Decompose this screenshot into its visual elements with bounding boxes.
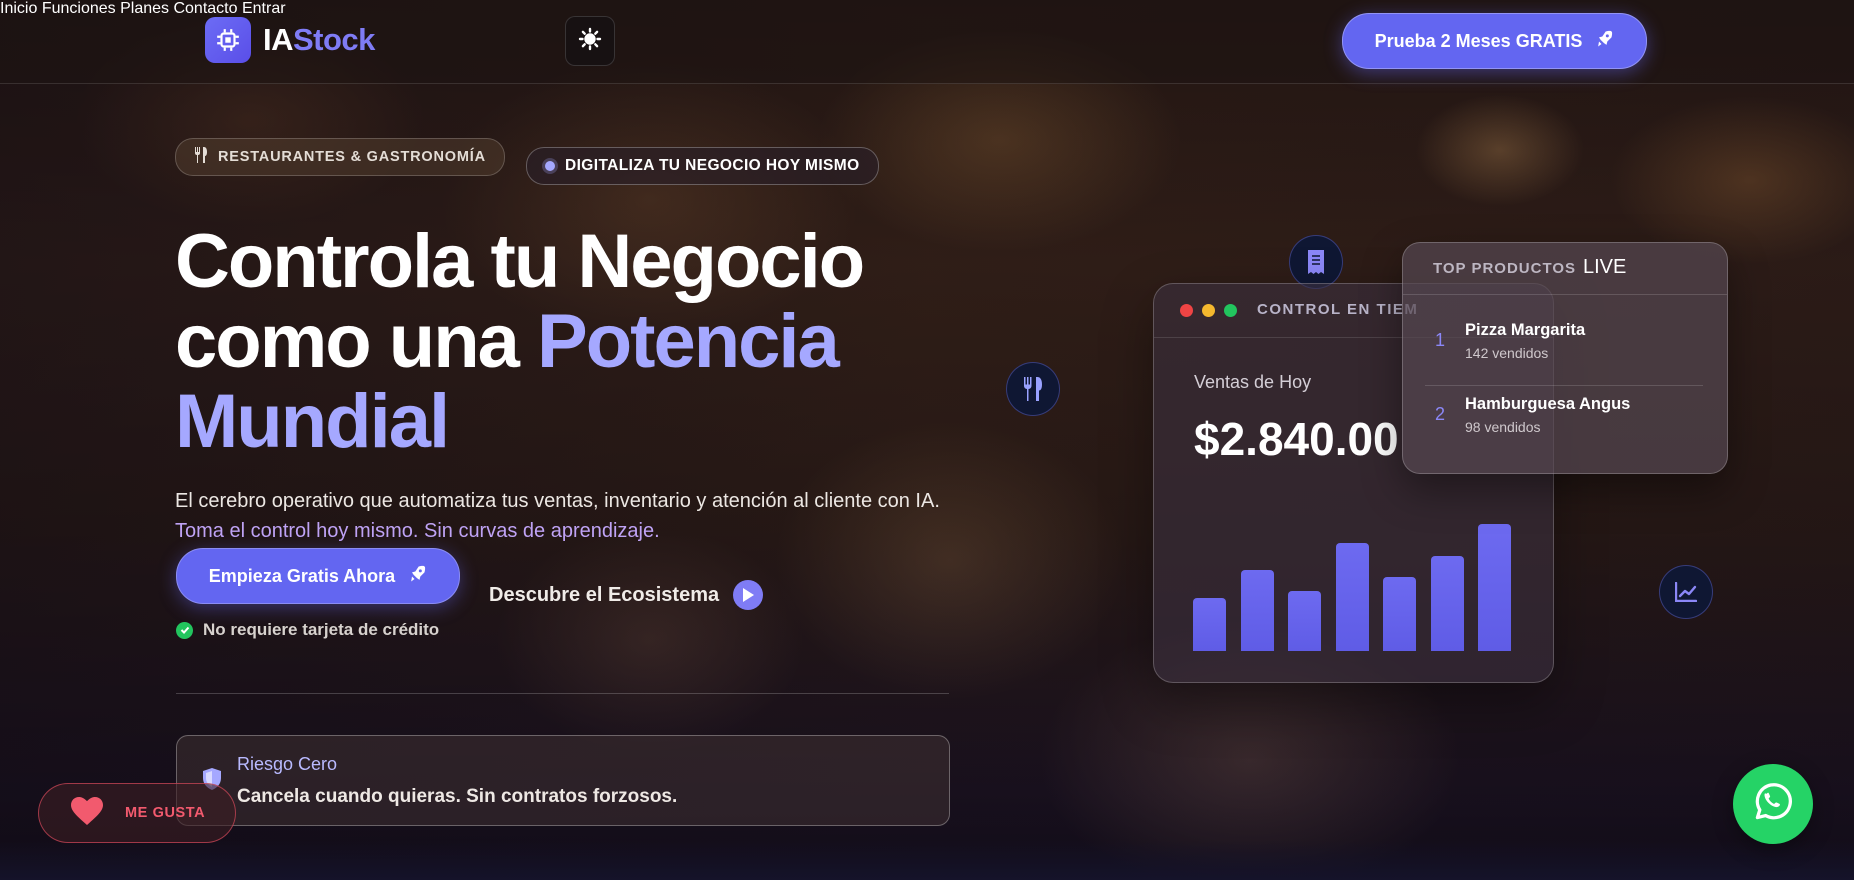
start-free-label: Empieza Gratis Ahora <box>208 565 396 586</box>
whatsapp-icon <box>1751 780 1795 829</box>
top-products-title: TOP PRODUCTOS <box>1433 260 1577 277</box>
digitize-badge-label: DIGITALIZA TU NEGOCIO HOY MISMO <box>565 157 860 174</box>
free-trial-label: Prueba 2 Meses GRATIS <box>1374 30 1583 51</box>
sales-bar <box>1335 543 1369 651</box>
sales-bar-chart <box>1193 521 1513 651</box>
top-product-item: 1 Pizza Margarita 142 vendidos <box>1425 308 1703 368</box>
status-dot-icon <box>545 161 555 171</box>
hero-description-text: El cerebro operativo que automatiza tus … <box>175 490 940 512</box>
brand-name: IAStock <box>263 22 375 58</box>
dashboard-title: CONTROL EN TIEM <box>1257 301 1419 318</box>
sales-bar <box>1383 577 1416 651</box>
top-products-card: TOP PRODUCTOS LIVE 1 Pizza Margarita 142… <box>1402 242 1728 474</box>
window-minimize-dot <box>1202 304 1215 317</box>
like-button[interactable]: ME GUSTA <box>38 783 236 843</box>
nav-link-inicio[interactable]: Inicio <box>0 0 37 17</box>
discover-ecosystem-label: Descubre el Ecosistema <box>489 583 720 606</box>
chart-line-icon <box>1659 565 1713 619</box>
hero-description-highlight: Toma el control hoy mismo. Sin curvas de… <box>175 520 660 542</box>
sales-bar <box>1430 556 1464 651</box>
risk-title: Riesgo Cero <box>237 754 338 774</box>
fork-knife-icon <box>1006 362 1060 416</box>
hero-title-line3: Mundial <box>175 379 450 464</box>
nav-link-contacto[interactable]: Contacto <box>173 0 237 17</box>
nav-link-funciones[interactable]: Funciones <box>42 0 116 17</box>
sales-bar <box>1478 524 1511 651</box>
product-rank: 2 <box>1435 404 1446 424</box>
product-rank: 1 <box>1435 330 1446 350</box>
nav-link-planes[interactable]: Planes <box>120 0 169 17</box>
heart-icon <box>71 796 103 830</box>
nav-link-entrar[interactable]: Entrar <box>242 0 286 17</box>
check-icon <box>176 621 193 639</box>
bottom-fade <box>0 840 1854 880</box>
sales-today-value: $2.840.00 <box>1194 413 1399 465</box>
whatsapp-button[interactable] <box>1733 764 1813 844</box>
category-badge: RESTAURANTES & GASTRONOMÍA <box>175 138 505 176</box>
digitize-badge: DIGITALIZA TU NEGOCIO HOY MISMO <box>526 147 879 185</box>
product-sold-count: 142 vendidos <box>1465 345 1549 361</box>
start-free-button[interactable]: Empieza Gratis Ahora <box>176 548 460 604</box>
discover-ecosystem-button[interactable]: Descubre el Ecosistema <box>489 580 764 610</box>
rocket-icon <box>1594 29 1614 54</box>
risk-free-card: Riesgo Cero Cancela cuando quieras. Sin … <box>176 735 950 826</box>
free-trial-button[interactable]: Prueba 2 Meses GRATIS <box>1342 13 1647 69</box>
hero-divider <box>176 693 949 694</box>
window-maximize-dot <box>1224 304 1237 317</box>
top-products-header: TOP PRODUCTOS LIVE <box>1403 243 1727 295</box>
fork-knife-icon <box>194 147 208 167</box>
risk-text: Cancela cuando quieras. Sin contratos fo… <box>237 786 678 807</box>
hero-title: Controla tu Negocio como una Potencia Mu… <box>175 219 865 464</box>
brand-suffix: Stock <box>293 22 375 57</box>
no-card-note: No requiere tarjeta de crédito <box>176 620 439 640</box>
sales-bar <box>1288 591 1321 651</box>
sales-today-label: Ventas de Hoy <box>1194 372 1312 392</box>
top-navbar: IAStock Inicio Funciones Planes Contacto… <box>0 0 1854 84</box>
hero-title-line1: Controla tu Negocio <box>175 219 865 304</box>
product-sold-count: 98 vendidos <box>1465 419 1541 435</box>
brand-logo[interactable]: IAStock <box>205 17 375 63</box>
hero-title-line2: como una <box>175 299 520 384</box>
product-name: Pizza Margarita <box>1465 321 1586 339</box>
category-badge-label: RESTAURANTES & GASTRONOMÍA <box>218 149 486 165</box>
theme-toggle-button[interactable] <box>565 16 615 66</box>
brand-prefix: IA <box>263 22 294 57</box>
receipt-icon <box>1289 235 1343 289</box>
rocket-icon <box>407 564 427 589</box>
like-label: ME GUSTA <box>125 805 206 821</box>
no-card-label: No requiere tarjeta de crédito <box>203 620 440 639</box>
sales-bar <box>1240 570 1274 651</box>
play-icon <box>733 580 764 610</box>
sales-bar <box>1193 598 1226 651</box>
hero-title-accent: Potencia <box>537 299 840 384</box>
live-label: LIVE <box>1583 256 1627 278</box>
chip-icon <box>205 17 251 63</box>
top-product-item: 2 Hamburguesa Angus 98 vendidos <box>1425 385 1703 446</box>
hero-description: El cerebro operativo que automatiza tus … <box>175 486 945 546</box>
window-close-dot <box>1180 304 1193 317</box>
sun-icon <box>578 27 602 56</box>
product-name: Hamburguesa Angus <box>1465 395 1631 413</box>
